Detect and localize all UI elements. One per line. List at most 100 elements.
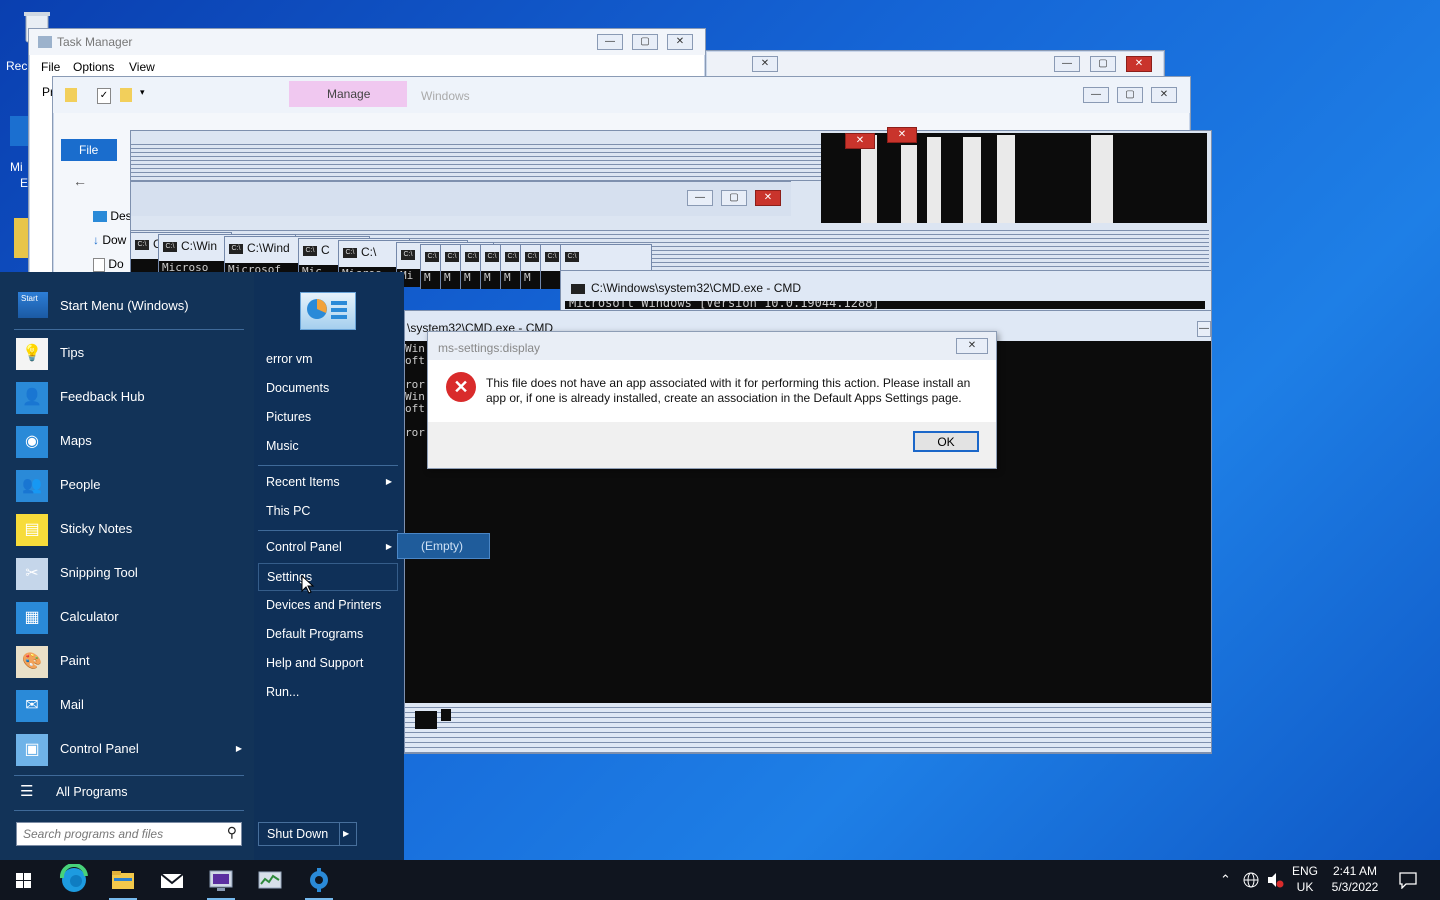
notification-icon[interactable] (1398, 871, 1418, 889)
maximize-button[interactable]: ▢ (632, 34, 658, 50)
pinned-item-tips[interactable]: 💡 Tips (10, 332, 244, 376)
pinned-item-control-panel[interactable]: ▣ Control Panel ▶ (10, 728, 244, 772)
taskbar-control-panel[interactable] (299, 864, 339, 900)
cmd-icon: C:\ (401, 249, 415, 260)
control-panel-submenu[interactable]: (Empty) (397, 533, 490, 559)
maximize-button[interactable]: ▢ (1090, 56, 1116, 72)
music-label: Music (266, 439, 299, 453)
settings-item[interactable]: Settings (258, 563, 398, 591)
checkmark-icon[interactable]: ✓ (97, 88, 111, 104)
help-support-item[interactable]: Help and Support (258, 650, 398, 678)
scrollbar[interactable] (1091, 135, 1113, 223)
recycle-bin-label: Rec (6, 59, 28, 73)
nav-item-desktop[interactable]: Des (93, 209, 132, 223)
minimize-button[interactable]: — (687, 190, 713, 206)
minimize-button[interactable]: — (597, 34, 623, 50)
shutdown-arrow-button[interactable]: ▶ (338, 822, 357, 846)
shutdown-button[interactable]: Shut Down (258, 822, 340, 846)
pinned-item-feedback-hub[interactable]: 👤 Feedback Hub (10, 376, 244, 420)
recent-items-item[interactable]: Recent Items ▶ (258, 469, 398, 497)
new-folder-icon[interactable] (120, 88, 132, 102)
error-icon: ✕ (446, 372, 476, 402)
clock[interactable]: 2:41 AM 5/3/2022 (1326, 864, 1384, 898)
tab-manage[interactable]: Manage (289, 81, 407, 107)
close-button[interactable]: ✕ (887, 127, 917, 143)
cmd-icon: C:\ (485, 251, 499, 262)
scrollbar[interactable] (963, 137, 981, 223)
error-dialog[interactable]: ms-settings:display ✕ ✕ This file does n… (427, 331, 997, 469)
chevron-down-icon[interactable]: ▾ (140, 87, 145, 98)
pinned-item-mail[interactable]: ✉ Mail (10, 684, 244, 728)
pinned-item-paint[interactable]: 🎨 Paint (10, 640, 244, 684)
language-indicator[interactable]: ENG UK (1290, 864, 1320, 898)
start-menu-left-pane: Start Start Menu (Windows) ☰ All Program… (0, 272, 254, 860)
file-tab[interactable]: File (61, 139, 117, 161)
minimize-button[interactable]: — (1054, 56, 1080, 72)
minimize-button[interactable]: — (1197, 321, 1211, 337)
cmd-icon (571, 284, 585, 294)
search-icon[interactable]: ⚲ (227, 824, 237, 841)
close-button[interactable]: ✕ (845, 133, 875, 149)
chevron-up-icon[interactable]: ⌃ (1220, 872, 1231, 888)
default-programs-item[interactable]: Default Programs (258, 621, 398, 649)
devices-printers-item[interactable]: Devices and Printers (258, 592, 398, 620)
edge-desktop-label: Mi (10, 160, 23, 174)
start-button[interactable] (4, 864, 44, 900)
close-button[interactable]: ✕ (755, 190, 781, 206)
control-panel-item[interactable]: Control Panel ▶ (258, 534, 398, 562)
documents-item[interactable]: Documents (258, 375, 398, 403)
maximize-button[interactable]: ▢ (1117, 87, 1143, 103)
menu-file[interactable]: File (41, 60, 60, 74)
minimize-button[interactable]: — (1083, 87, 1109, 103)
maximize-button[interactable]: ▢ (721, 190, 747, 206)
ok-button[interactable]: OK (913, 431, 979, 452)
cmd-mini-titlebar[interactable]: — ▢ ✕ (131, 181, 791, 216)
pinned-item-snipping-tool[interactable]: ✂ Snipping Tool (10, 552, 244, 596)
cmd-icon: C:\ (505, 251, 519, 262)
search-input[interactable]: Search programs and files (23, 827, 163, 841)
edge-desktop-icon[interactable]: Mi E (8, 110, 30, 190)
close-button[interactable]: ✕ (667, 34, 693, 50)
explorer-titlebar[interactable]: ✓ ▾ Manage Windows — ▢ ✕ (53, 77, 1190, 113)
back-arrow-icon[interactable]: ← (73, 173, 87, 189)
pinned-item-sticky-notes[interactable]: ▤ Sticky Notes (10, 508, 244, 552)
pinned-item-maps[interactable]: ◉ Maps (10, 420, 244, 464)
dialog-titlebar[interactable]: ms-settings:display ✕ (428, 332, 996, 360)
search-box[interactable]: Search programs and files ⚲ (16, 822, 242, 846)
music-item[interactable]: Music (258, 433, 398, 461)
menu-options[interactable]: Options (73, 60, 114, 74)
this-pc-item[interactable]: This PC (258, 498, 398, 526)
pinned-item-people[interactable]: 👥 People (10, 464, 244, 508)
taskbar-task-manager[interactable] (250, 864, 290, 900)
volume-muted-icon[interactable] (1266, 872, 1284, 888)
pictures-item[interactable]: Pictures (258, 404, 398, 432)
nav-item-downloads[interactable]: ↓ Dow (93, 233, 126, 247)
menu-view[interactable]: View (129, 60, 155, 74)
task-manager-titlebar[interactable]: Task Manager — ▢ ✕ (29, 29, 705, 55)
scrollbar[interactable] (927, 137, 941, 223)
mail-icon: ✉ (16, 690, 48, 722)
cmd-main-line: Microsoft Windows [Version 10.0.19044.12… (565, 301, 1205, 309)
pinned-item-calculator[interactable]: ▦ Calculator (10, 596, 244, 640)
user-picture[interactable] (300, 292, 356, 330)
nav-item-documents[interactable]: Do (93, 257, 124, 272)
edge-desktop-label-2: E (20, 176, 29, 190)
cmd-window-main[interactable]: C:\Windows\system32\CMD.exe - CMD Micros… (560, 270, 1212, 312)
taskbar-file-explorer[interactable] (103, 864, 143, 900)
edge-icon (59, 863, 88, 892)
close-button[interactable]: ✕ (1151, 87, 1177, 103)
start-menu-header[interactable]: Start Start Menu (Windows) (10, 286, 244, 326)
close-button[interactable]: ✕ (1126, 56, 1152, 72)
scrollbar[interactable] (901, 145, 917, 223)
taskbar-mail[interactable] (152, 864, 192, 900)
close-button[interactable]: ✕ (956, 338, 988, 354)
run-item[interactable]: Run... (258, 679, 398, 707)
taskbar-edge[interactable] (54, 863, 94, 900)
user-name-item[interactable]: error vm (258, 346, 398, 374)
pinned-item-label: Control Panel (60, 741, 139, 756)
close-button-2[interactable]: ✕ (752, 56, 778, 72)
scrollbar[interactable] (997, 135, 1015, 223)
taskbar-remote-desktop[interactable] (201, 864, 241, 900)
network-globe-icon[interactable] (1242, 871, 1260, 889)
all-programs-button[interactable]: ☰ All Programs (10, 778, 244, 806)
